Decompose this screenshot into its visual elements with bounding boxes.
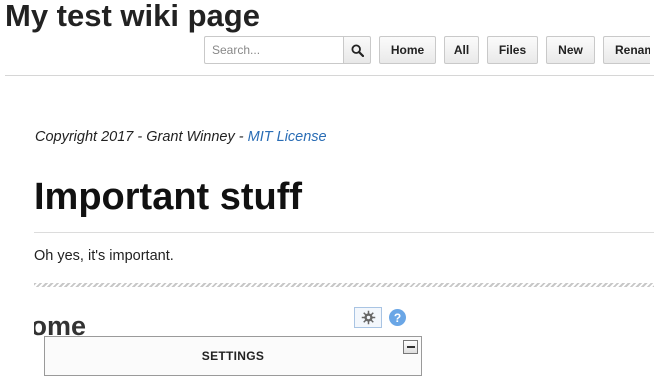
hatched-divider xyxy=(34,283,654,287)
all-button[interactable]: All xyxy=(444,36,479,64)
section-paragraph: Oh yes, it's important. xyxy=(34,248,174,264)
license-link[interactable]: MIT License xyxy=(248,129,327,145)
new-button[interactable]: New xyxy=(546,36,595,64)
files-button[interactable]: Files xyxy=(487,36,538,64)
settings-toggle-button[interactable] xyxy=(354,307,382,328)
toolbar: Home All Files New Renam xyxy=(204,36,650,64)
minimize-icon xyxy=(406,346,415,348)
home-button[interactable]: Home xyxy=(379,36,436,64)
minimize-button[interactable] xyxy=(403,340,418,354)
search-input[interactable] xyxy=(204,36,343,64)
help-icon[interactable]: ? xyxy=(389,309,406,326)
site-title: My test wiki page xyxy=(5,0,260,33)
heading-divider xyxy=(34,232,654,233)
header-divider xyxy=(5,75,654,76)
copyright-line: Copyright 2017 - Grant Winney - MIT Lice… xyxy=(35,129,327,145)
settings-title: SETTINGS xyxy=(201,349,265,363)
rename-button[interactable]: Renam xyxy=(603,36,650,64)
search-button[interactable] xyxy=(343,36,371,64)
settings-panel: SETTINGS xyxy=(44,336,422,376)
copyright-text: Copyright 2017 - Grant Winney - xyxy=(35,129,248,145)
gear-icon xyxy=(361,310,375,325)
search-icon xyxy=(350,43,364,57)
section-heading: Important stuff xyxy=(34,176,303,218)
